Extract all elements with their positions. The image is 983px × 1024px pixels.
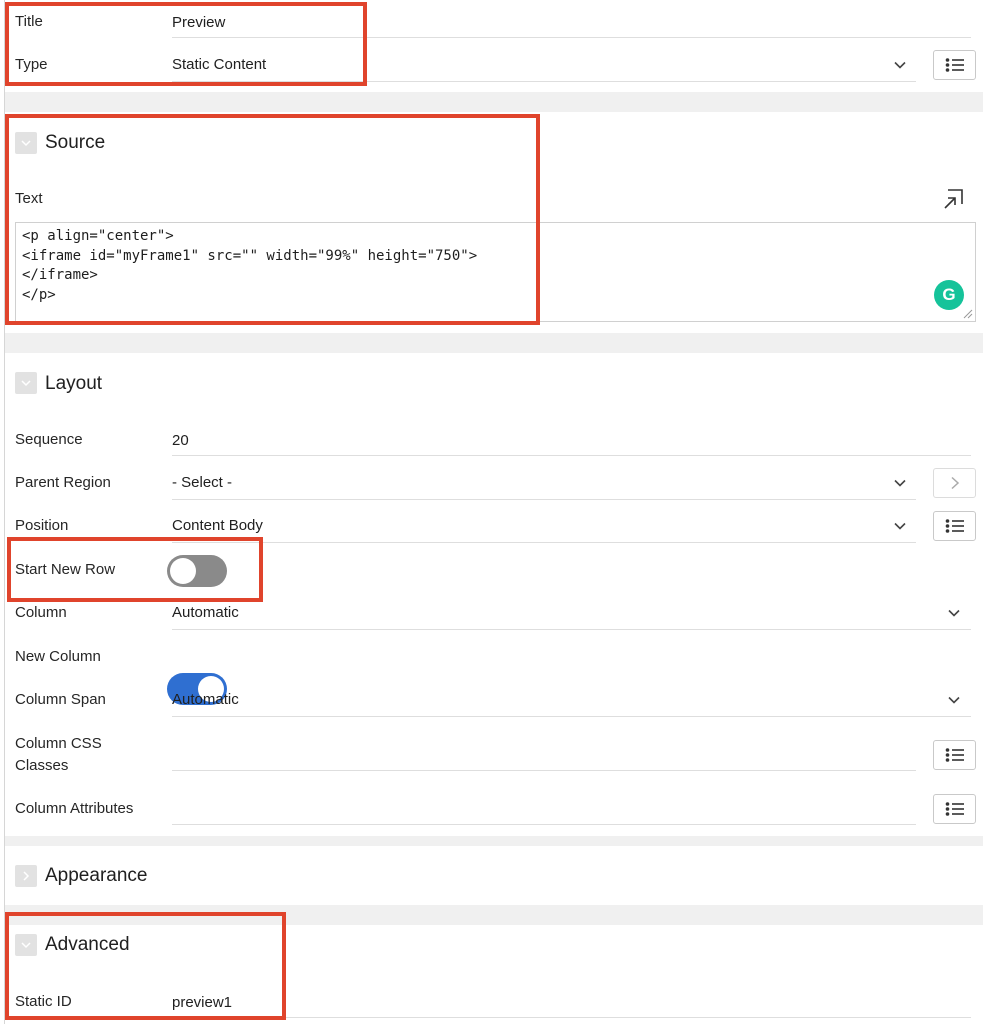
list-icon (945, 802, 964, 816)
section-separator (5, 92, 983, 112)
column-attributes-underline (172, 824, 916, 825)
resize-handle-icon[interactable] (963, 309, 973, 319)
grammarly-glyph: G (942, 285, 956, 304)
column-css-list-button[interactable] (933, 740, 976, 770)
chevron-right-icon (950, 476, 959, 490)
sequence-field[interactable]: 20 (172, 430, 189, 452)
chevron-down-icon[interactable] (947, 693, 961, 707)
parent-region-goto-button[interactable] (933, 468, 976, 498)
expand-editor-icon[interactable] (943, 188, 965, 210)
highlight-box-source (5, 114, 540, 325)
chevron-down-icon[interactable] (947, 606, 961, 620)
static-id-underline (172, 1017, 971, 1018)
layout-section-title: Layout (45, 373, 103, 394)
grammarly-icon[interactable]: G (934, 280, 964, 310)
position-underline (172, 542, 916, 543)
layout-collapse-toggle[interactable] (15, 372, 37, 394)
chevron-down-icon[interactable] (893, 58, 907, 72)
parent-region-underline (172, 499, 916, 500)
section-separator (5, 836, 983, 846)
column-span-select[interactable]: Automatic (172, 689, 239, 711)
new-column-label: New Column (15, 648, 101, 665)
position-label: Position (15, 517, 69, 534)
column-attributes-label: Column Attributes (15, 800, 134, 817)
column-label: Column (15, 604, 67, 621)
appearance-section-title: Appearance (45, 865, 148, 886)
position-list-button[interactable] (933, 511, 976, 541)
column-css-underline (172, 770, 916, 771)
chevron-down-icon[interactable] (893, 519, 907, 533)
type-list-button[interactable] (933, 50, 976, 80)
parent-region-select[interactable]: - Select - (172, 472, 232, 494)
column-attributes-list-button[interactable] (933, 794, 976, 824)
highlight-box-advanced (5, 912, 286, 1020)
list-icon (945, 519, 964, 533)
column-css-label-line2: Classes (15, 757, 69, 774)
position-select[interactable]: Content Body (172, 515, 263, 537)
sequence-label: Sequence (15, 431, 83, 448)
column-css-classes-field[interactable] (172, 735, 916, 769)
section-separator (5, 333, 983, 353)
appearance-expand-toggle[interactable] (15, 865, 37, 887)
column-css-label-line1: Column CSS (15, 735, 102, 752)
parent-region-label: Parent Region (15, 474, 111, 491)
column-select[interactable]: Automatic (172, 602, 239, 624)
list-icon (945, 58, 964, 72)
column-underline (172, 629, 971, 630)
chevron-down-icon (21, 380, 31, 387)
chevron-right-icon (23, 871, 30, 881)
highlight-box-start-new-row (7, 537, 263, 602)
column-attributes-field[interactable] (172, 795, 916, 823)
column-span-label: Column Span (15, 691, 106, 708)
list-icon (945, 748, 964, 762)
highlight-box-identification (5, 2, 367, 86)
chevron-down-icon[interactable] (893, 476, 907, 490)
sequence-underline (172, 455, 971, 456)
column-span-underline (172, 716, 971, 717)
